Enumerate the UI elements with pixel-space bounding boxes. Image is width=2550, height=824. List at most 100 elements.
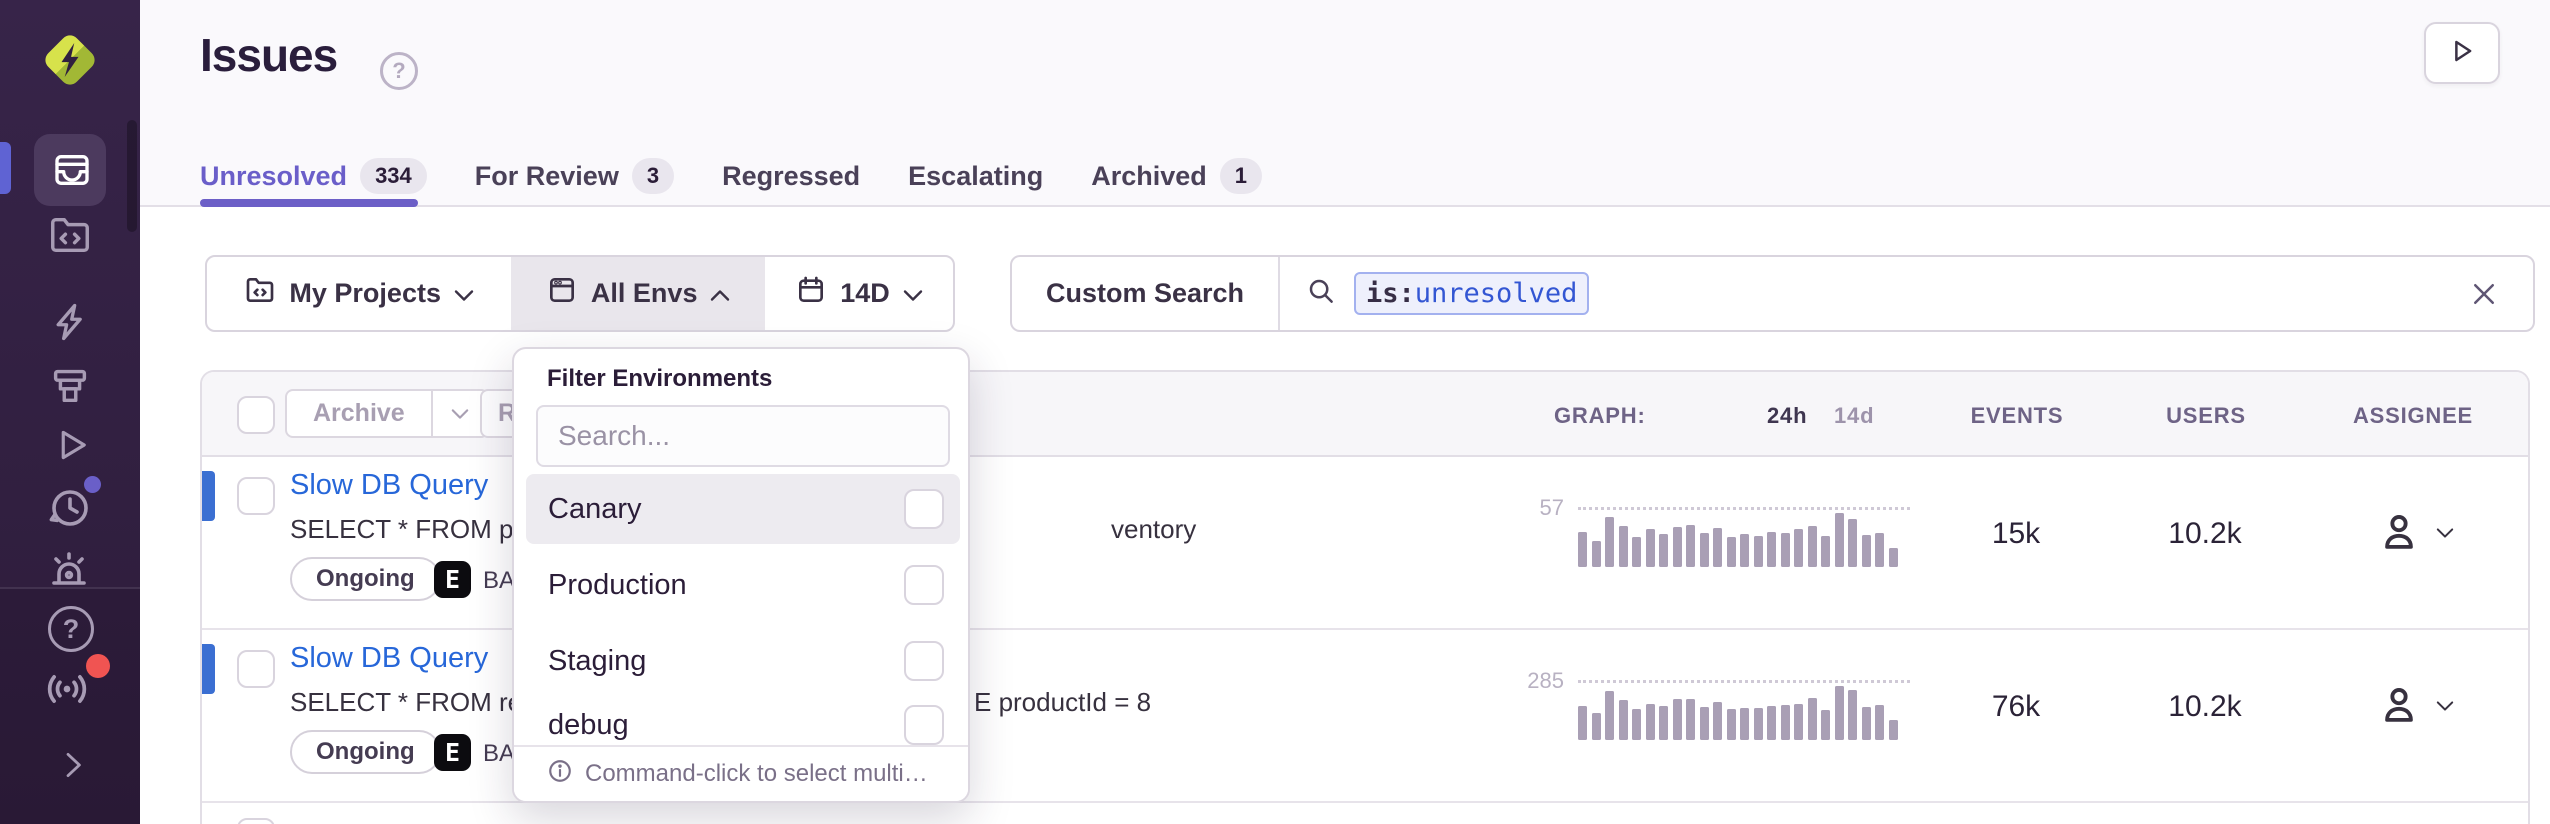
env-option-checkbox[interactable] xyxy=(904,641,944,681)
environment-search-input[interactable] xyxy=(536,405,950,467)
chevron-up-icon xyxy=(710,278,730,309)
archive-button[interactable]: Archive xyxy=(287,399,431,428)
active-tab-underline xyxy=(200,199,418,207)
users-count: 10.2k xyxy=(2135,690,2275,724)
issue-level-indicator xyxy=(202,644,215,694)
play-outline-icon xyxy=(51,424,93,466)
activity-notification-dot xyxy=(84,476,101,493)
issue-subtitle-continued: E productId = 8 xyxy=(974,687,1151,718)
whats-new-notification-dot xyxy=(86,654,110,678)
tab-regressed[interactable]: Regressed xyxy=(722,161,860,192)
user-icon xyxy=(2378,684,2420,731)
issue-title-link[interactable]: Slow DB Query xyxy=(290,469,488,502)
project-platform-icon: E xyxy=(434,561,471,598)
env-option-checkbox[interactable] xyxy=(904,705,944,745)
tab-escalating[interactable]: Escalating xyxy=(908,161,1043,192)
issue-select-checkbox[interactable] xyxy=(237,818,275,824)
issue-subtitle: SELECT * FROM p xyxy=(290,514,513,545)
app-logo[interactable] xyxy=(36,26,104,94)
issue-select-checkbox[interactable] xyxy=(237,650,275,688)
play-icon xyxy=(2447,36,2477,71)
sidebar-item-replays[interactable] xyxy=(51,424,93,466)
tab-unresolved-count: 334 xyxy=(360,158,427,194)
events-count: 76k xyxy=(1946,690,2086,724)
environments-filter-button[interactable]: All Envs xyxy=(511,257,765,330)
column-header-graph: GRAPH: xyxy=(1554,403,1646,429)
search-clear-button[interactable] xyxy=(2469,279,2499,314)
status-badge[interactable]: Ongoing xyxy=(290,557,441,601)
issue-level-indicator xyxy=(202,471,215,521)
chevron-down-icon xyxy=(2436,699,2454,717)
archive-dropdown-button[interactable] xyxy=(433,408,487,420)
window-icon xyxy=(546,274,578,313)
lightning-icon xyxy=(49,300,93,344)
tour-play-button[interactable] xyxy=(2424,22,2500,84)
page-filter-bar: My Projects All Envs xyxy=(205,255,955,332)
issues-page: ? Issues ? xyxy=(0,0,2550,824)
info-icon xyxy=(547,758,573,791)
sidebar-item-help[interactable]: ? xyxy=(48,606,94,652)
graph-peak-value: 285 xyxy=(1492,668,1564,694)
sidebar-active-indicator xyxy=(0,142,11,194)
folder-code-icon xyxy=(244,274,276,313)
issue-select-checkbox[interactable] xyxy=(237,477,275,515)
users-count: 10.2k xyxy=(2135,517,2275,551)
tab-for-review-count: 3 xyxy=(632,158,674,194)
search-token-is-unresolved[interactable]: is:unresolved xyxy=(1354,272,1589,315)
custom-search-button[interactable]: Custom Search xyxy=(1012,257,1280,330)
user-icon xyxy=(2378,511,2420,558)
page-title: Issues xyxy=(200,28,337,82)
env-option-checkbox[interactable] xyxy=(904,565,944,605)
assignee-selector[interactable] xyxy=(2378,684,2454,731)
sidebar-item-performance[interactable] xyxy=(49,300,93,344)
chevron-down-icon xyxy=(2436,526,2454,544)
question-glyph: ? xyxy=(63,614,80,645)
events-count: 15k xyxy=(1946,517,2086,551)
env-option-production[interactable]: Production xyxy=(526,550,960,620)
sidebar-expand-button[interactable] xyxy=(56,748,90,782)
event-sparkline xyxy=(1578,680,1910,740)
sidebar-item-releases[interactable] xyxy=(47,362,93,408)
dropdown-title: Filter Environments xyxy=(547,365,772,393)
tab-archived[interactable]: Archived 1 xyxy=(1091,158,1262,194)
env-option-canary[interactable]: Canary xyxy=(526,474,960,544)
env-option-staging[interactable]: Staging xyxy=(526,626,960,696)
chevron-down-icon xyxy=(903,278,923,309)
tab-unresolved[interactable]: Unresolved 334 xyxy=(200,158,427,194)
env-option-checkbox[interactable] xyxy=(904,489,944,529)
projects-filter-button[interactable]: My Projects xyxy=(207,257,511,330)
sidebar-item-issues[interactable] xyxy=(52,150,92,190)
dropdown-footer-hint: Command-click to select multi… xyxy=(514,745,968,801)
title-help-icon[interactable]: ? xyxy=(380,52,418,90)
sidebar: ? xyxy=(0,0,140,824)
issue-title-link[interactable]: Slow DB Query xyxy=(290,642,488,675)
date-range-filter-button[interactable]: 14D xyxy=(765,257,953,330)
tab-for-review[interactable]: For Review 3 xyxy=(475,158,674,194)
status-badge[interactable]: Ongoing xyxy=(290,730,441,774)
column-header-assignee: ASSIGNEE xyxy=(2352,403,2474,429)
search-input-area[interactable]: is:unresolved xyxy=(1280,272,2533,315)
column-header-users: USERS xyxy=(2164,403,2248,429)
inbox-icon xyxy=(52,150,92,190)
event-sparkline xyxy=(1578,507,1910,567)
clock-rewind-icon xyxy=(45,484,93,532)
graph-range-14d[interactable]: 14d xyxy=(1834,403,1874,429)
issue-search-bar: Custom Search is:unresolved xyxy=(1010,255,2535,332)
column-header-events: EVENTS xyxy=(1970,403,2064,429)
chevron-down-icon xyxy=(454,278,474,309)
sidebar-item-whats-new[interactable] xyxy=(42,664,92,714)
sidebar-item-activity[interactable] xyxy=(45,484,93,532)
issue-tabs: Unresolved 334 For Review 3 Regressed Es… xyxy=(200,152,1262,200)
tab-archived-count: 1 xyxy=(1220,158,1262,194)
broadcast-icon xyxy=(42,664,92,714)
close-icon xyxy=(2469,296,2499,313)
calendar-icon xyxy=(795,274,827,313)
select-all-checkbox[interactable] xyxy=(237,396,275,434)
assignee-selector[interactable] xyxy=(2378,511,2454,558)
graph-range-24h[interactable]: 24h xyxy=(1767,403,1807,429)
sidebar-item-projects[interactable] xyxy=(47,212,93,258)
search-icon xyxy=(1306,276,1336,311)
issue-subtitle: SELECT * FROM re xyxy=(290,687,522,718)
archive-button-group[interactable]: Archive xyxy=(285,389,489,438)
folder-code-icon xyxy=(47,212,93,258)
